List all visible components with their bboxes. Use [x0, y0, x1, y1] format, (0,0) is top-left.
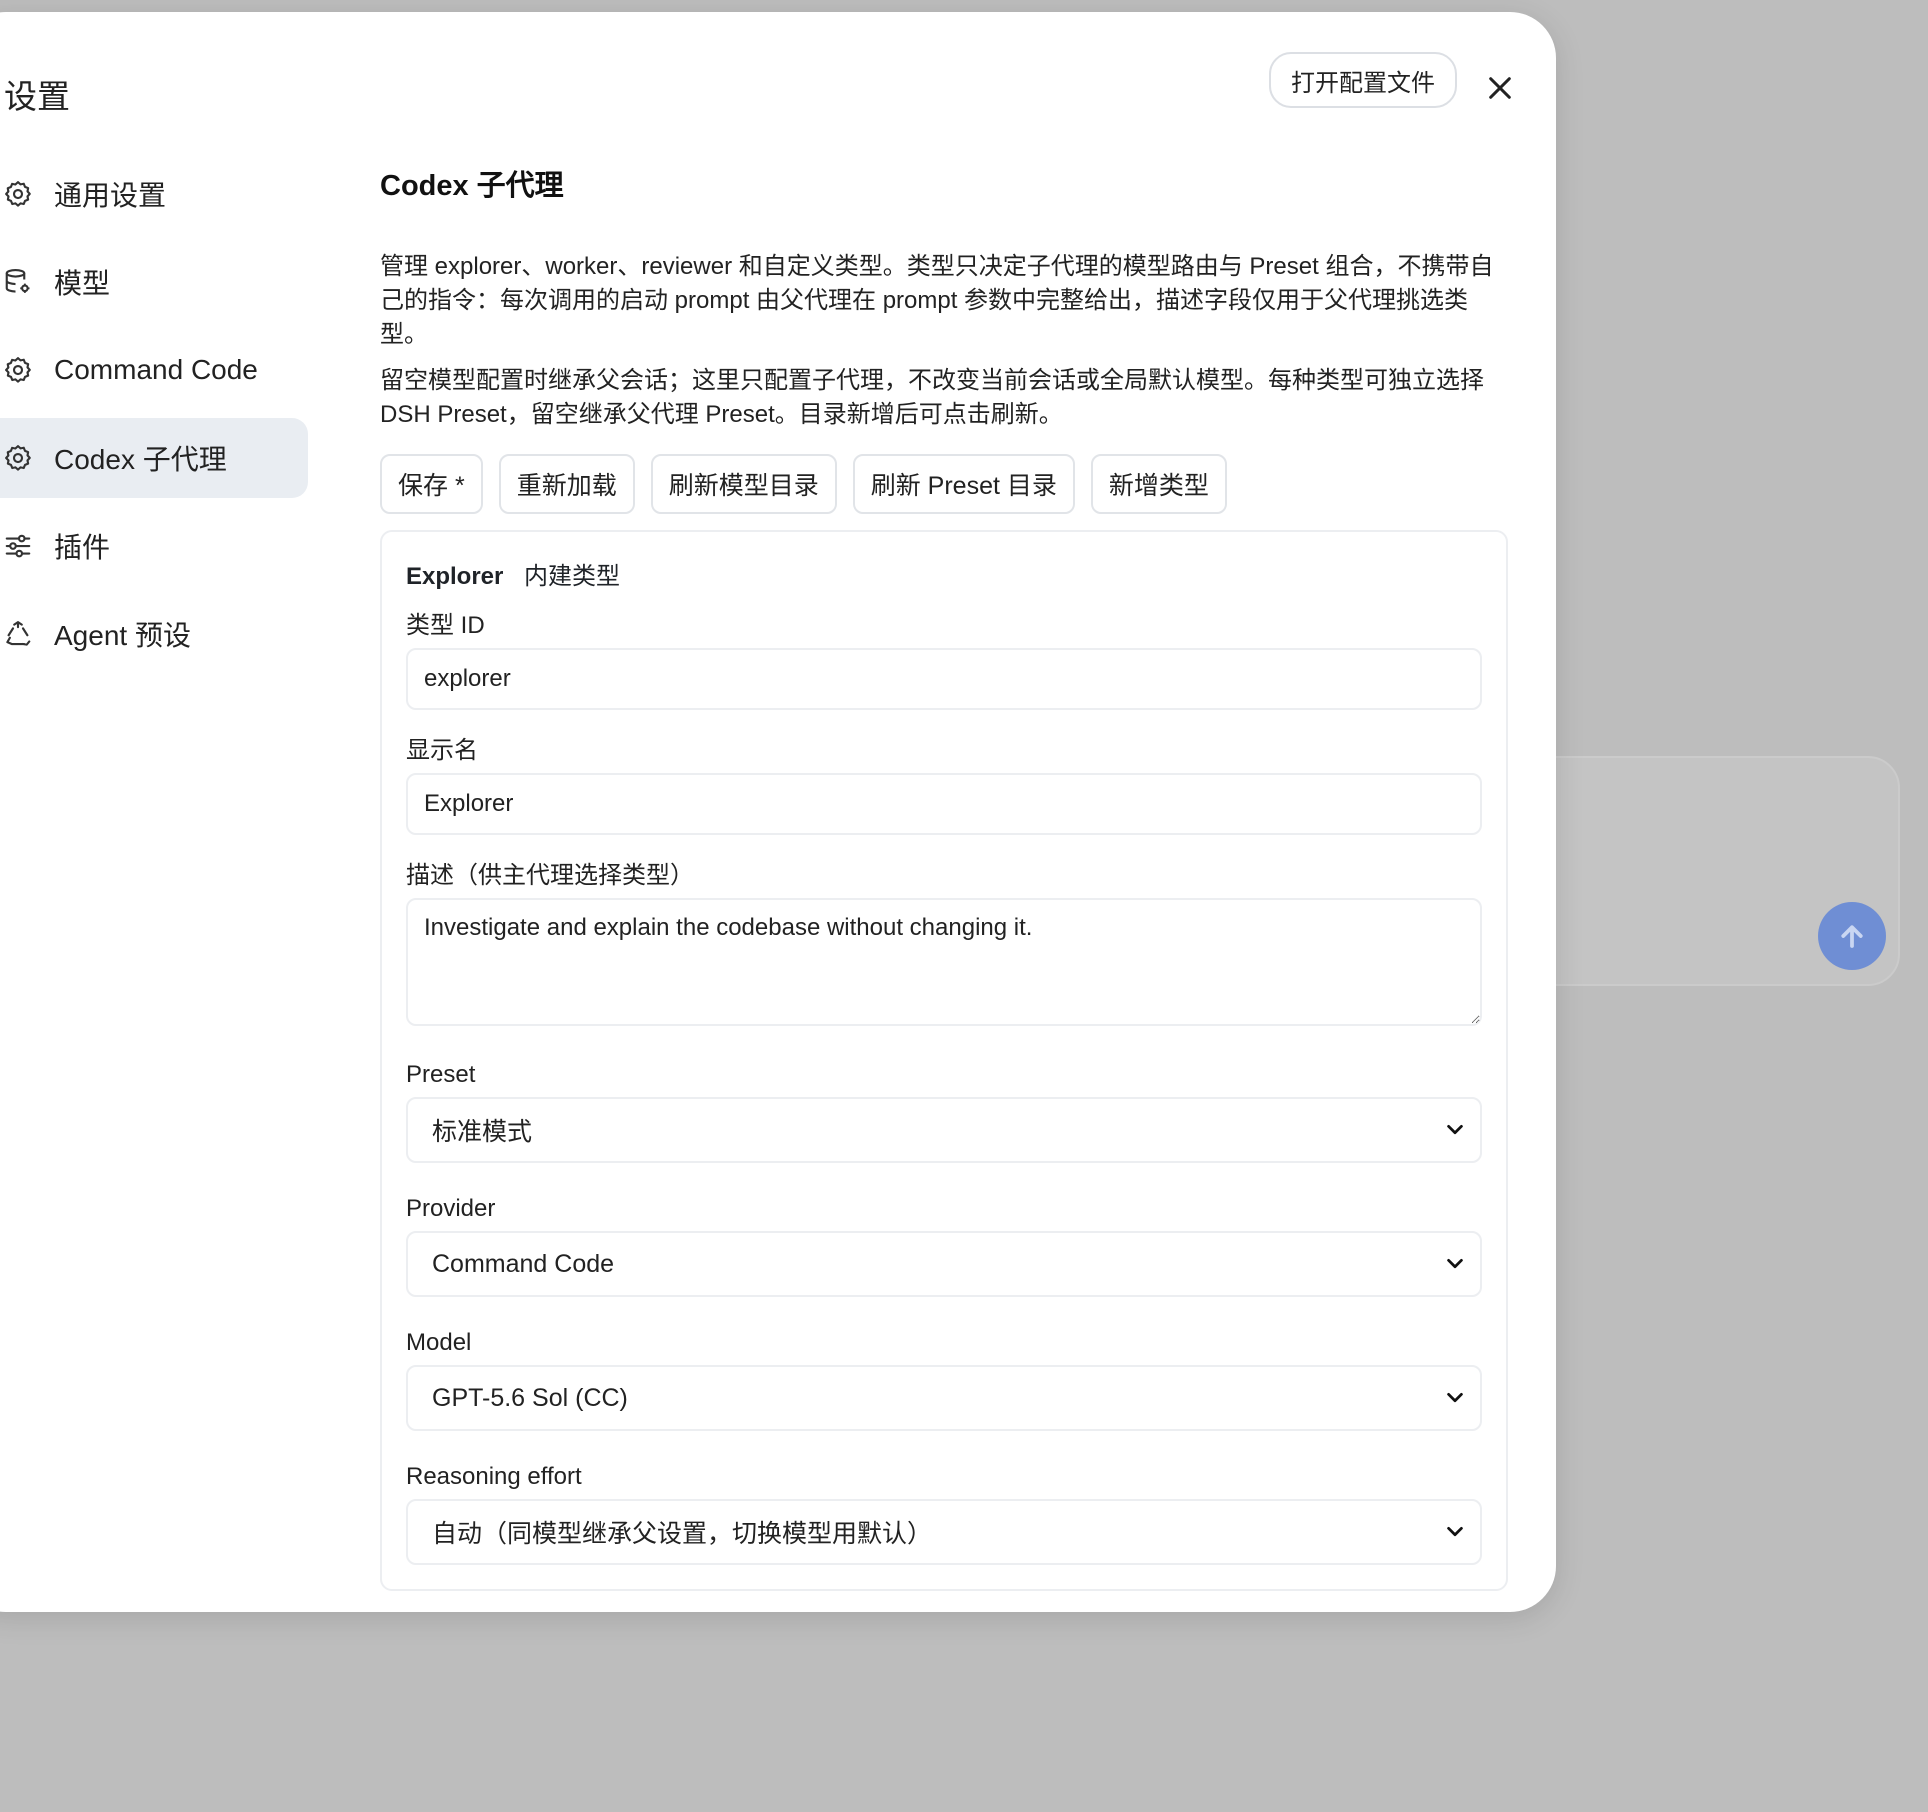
toolbar: 保存 * 重新加载 刷新模型目录 刷新 Preset 目录 新增类型: [380, 454, 1508, 514]
type-id-label: 类型 ID: [406, 612, 485, 639]
refresh-presets-button[interactable]: 刷新 Preset 目录: [852, 454, 1075, 514]
sidebar-item-command-code[interactable]: Command Code: [0, 330, 308, 410]
chevron-down-icon: [1447, 1124, 1463, 1135]
type-name: Explorer: [406, 563, 504, 590]
chevron-down-icon: [1447, 1392, 1463, 1403]
model-value: GPT-5.6 Sol (CC): [432, 1383, 628, 1412]
gear-icon: [2, 442, 34, 474]
sliders-icon: [2, 530, 34, 562]
reasoning-effort-select[interactable]: 自动（同模型继承父设置，切换模型用默认）: [406, 1499, 1482, 1565]
provider-value: Command Code: [432, 1249, 615, 1278]
chevron-down-icon: [1447, 1258, 1463, 1269]
modal-title: 设置: [4, 78, 70, 115]
sidebar-item-plugins[interactable]: 插件: [0, 506, 308, 586]
sidebar-item-label: 插件: [54, 532, 111, 563]
recycle-icon: [2, 618, 34, 650]
settings-content: Codex 子代理 管理 explorer、worker、reviewer 和自…: [380, 162, 1508, 1591]
arrow-up-icon: [1841, 925, 1863, 948]
model-select[interactable]: GPT-5.6 Sol (CC): [406, 1365, 1482, 1431]
close-button[interactable]: [1484, 72, 1516, 104]
database-gear-icon: [2, 266, 34, 298]
save-button[interactable]: 保存 *: [380, 454, 483, 514]
section-title: Codex 子代理: [380, 170, 564, 202]
add-type-button[interactable]: 新增类型: [1090, 454, 1227, 514]
preset-value: 标准模式: [432, 1118, 533, 1146]
model-label: Model: [406, 1329, 472, 1356]
gear-icon: [2, 354, 34, 386]
display-name-input[interactable]: [406, 773, 1482, 835]
close-icon: [1489, 77, 1511, 99]
chevron-down-icon: [1447, 1526, 1463, 1537]
sidebar-item-codex-subagent[interactable]: Codex 子代理: [0, 418, 308, 498]
provider-label: Provider: [406, 1195, 496, 1222]
reload-button[interactable]: 重新加载: [498, 454, 635, 514]
description-label: 描述（供主代理选择类型）: [406, 862, 694, 889]
description-paragraph: 留空模型配置时继承父会话；这里只配置子代理，不改变当前会话或全局默认模型。每种类…: [380, 367, 1484, 428]
send-button[interactable]: [1818, 902, 1886, 970]
type-id-input[interactable]: [406, 648, 1482, 710]
sidebar-item-models[interactable]: 模型: [0, 242, 308, 322]
sidebar-item-general[interactable]: 通用设置: [0, 154, 308, 234]
reasoning-effort-label: Reasoning effort: [406, 1463, 582, 1490]
preset-label: Preset: [406, 1061, 476, 1088]
sidebar-item-label: 通用设置: [54, 180, 167, 211]
settings-modal: 设置 打开配置文件 通用设置 模型 Command Code Codex 子代理…: [0, 12, 1556, 1612]
type-card-header: Explorer 内建类型: [406, 556, 1482, 591]
settings-sidebar: 通用设置 模型 Command Code Codex 子代理 插件 Agent …: [0, 154, 308, 682]
provider-select[interactable]: Command Code: [406, 1231, 1482, 1297]
display-name-label: 显示名: [406, 737, 478, 764]
open-config-button[interactable]: 打开配置文件: [1269, 52, 1457, 108]
sidebar-item-label: 模型: [54, 268, 111, 299]
sidebar-item-agent-presets[interactable]: Agent 预设: [0, 594, 308, 674]
builtin-badge: 内建类型: [524, 563, 621, 590]
sidebar-item-label: Codex 子代理: [54, 444, 227, 475]
description-textarea[interactable]: Investigate and explain the codebase wit…: [406, 898, 1482, 1026]
description-paragraph: 管理 explorer、worker、reviewer 和自定义类型。类型只决定…: [380, 253, 1494, 348]
gear-icon: [2, 178, 34, 210]
type-card: Explorer 内建类型 类型 ID 显示名 描述（供主代理选择类型） Inv…: [380, 530, 1508, 1591]
reasoning-effort-value: 自动（同模型继承父设置，切换模型用默认）: [432, 1520, 933, 1548]
refresh-models-button[interactable]: 刷新模型目录: [650, 454, 837, 514]
preset-select[interactable]: 标准模式: [406, 1097, 1482, 1163]
sidebar-item-label: Command Code: [54, 354, 258, 385]
sidebar-item-label: Agent 预设: [54, 620, 191, 651]
